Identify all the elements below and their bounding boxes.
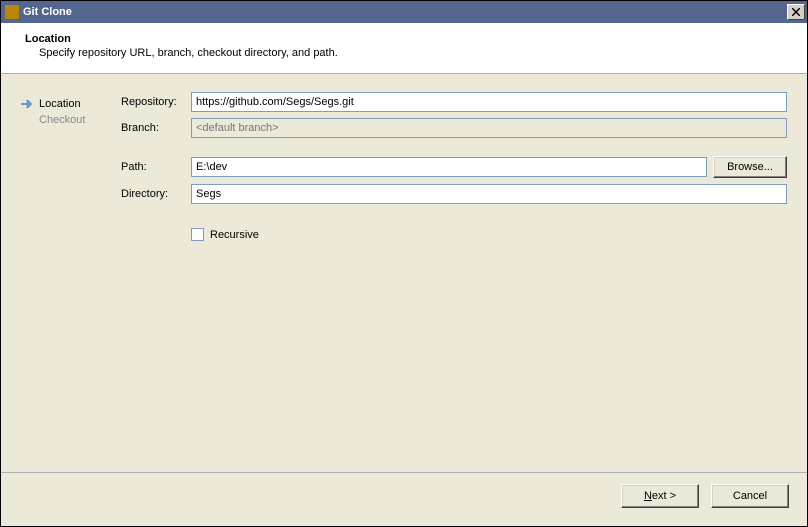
window-title: Git Clone xyxy=(23,6,72,18)
titlebar: Git Clone xyxy=(1,1,807,23)
wizard-sidebar: Location Checkout xyxy=(21,92,121,472)
footer: Next > Cancel xyxy=(1,472,807,518)
sidebar-item-label: Checkout xyxy=(39,114,85,126)
next-button[interactable]: Next > xyxy=(621,484,699,508)
directory-input[interactable] xyxy=(191,184,787,204)
header-title: Location xyxy=(25,33,791,45)
repository-label: Repository: xyxy=(121,96,191,108)
repository-input[interactable] xyxy=(191,92,787,112)
recursive-checkbox[interactable] xyxy=(191,228,204,241)
branch-label: Branch: xyxy=(121,122,191,134)
path-input[interactable] xyxy=(191,157,707,177)
path-label: Path: xyxy=(121,161,191,173)
app-icon xyxy=(5,5,19,19)
recursive-label: Recursive xyxy=(210,229,259,241)
arrow-right-icon xyxy=(21,99,35,109)
branch-input[interactable] xyxy=(191,118,787,138)
sidebar-item-checkout: Checkout xyxy=(21,112,121,128)
cancel-button[interactable]: Cancel xyxy=(711,484,789,508)
directory-label: Directory: xyxy=(121,188,191,200)
header-panel: Location Specify repository URL, branch,… xyxy=(1,23,807,74)
sidebar-item-label: Location xyxy=(39,98,81,110)
browse-button[interactable]: Browse... xyxy=(713,156,787,178)
close-button[interactable] xyxy=(787,4,805,20)
sidebar-item-location[interactable]: Location xyxy=(21,96,121,112)
form-area: Repository: Branch: Path: Browse... Dire… xyxy=(121,92,787,472)
header-description: Specify repository URL, branch, checkout… xyxy=(25,47,791,59)
